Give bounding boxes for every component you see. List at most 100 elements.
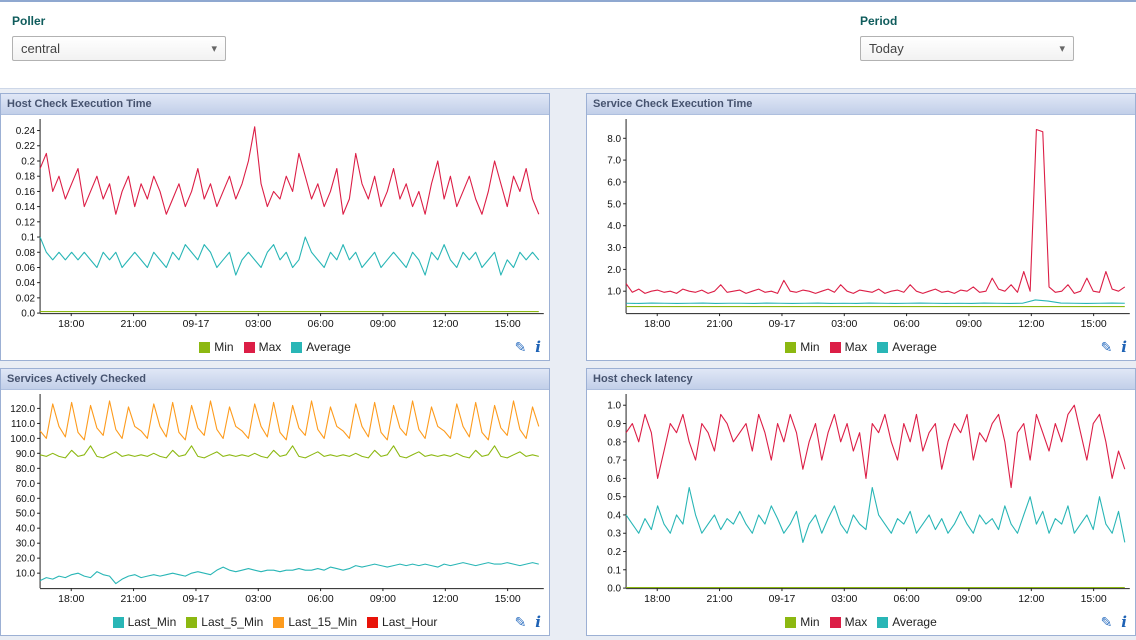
footer-icons: ✎ i (1101, 609, 1127, 635)
legend-swatch-icon (785, 617, 796, 628)
svg-text:09-17: 09-17 (183, 319, 210, 330)
legend-label: Last_Min (128, 615, 177, 629)
svg-text:0.5: 0.5 (607, 492, 621, 503)
legend-item-min: Min (785, 340, 819, 354)
info-icon[interactable]: i (1121, 613, 1127, 631)
charts-grid: Host Check Execution Time 0.240.220.20.1… (0, 93, 1136, 636)
svg-text:10.0: 10.0 (16, 569, 36, 580)
svg-text:15:00: 15:00 (1081, 319, 1107, 330)
legend-swatch-icon (785, 342, 796, 353)
svg-text:03:00: 03:00 (831, 319, 857, 330)
svg-text:18:00: 18:00 (58, 319, 84, 330)
edit-graph-icon[interactable]: ✎ (515, 339, 527, 356)
legend-label: Average (892, 340, 936, 354)
svg-text:90.0: 90.0 (16, 449, 36, 460)
info-icon[interactable]: i (1121, 338, 1127, 356)
edit-graph-icon[interactable]: ✎ (1101, 614, 1113, 631)
legend-item-min: Min (199, 340, 233, 354)
legend-label: Average (892, 615, 936, 629)
legend-item-last_min: Last_Min (113, 615, 177, 629)
svg-text:15:00: 15:00 (495, 594, 521, 605)
chart-services-actively-checked: 120.0110.0100.090.080.070.060.050.040.03… (1, 390, 549, 609)
info-icon[interactable]: i (535, 613, 541, 631)
svg-text:09:00: 09:00 (370, 319, 396, 330)
legend-item-last_hour: Last_Hour (367, 615, 437, 629)
svg-text:18:00: 18:00 (58, 594, 84, 605)
footer-icons: ✎ i (515, 609, 541, 635)
edit-graph-icon[interactable]: ✎ (515, 614, 527, 631)
legend-swatch-icon (273, 617, 284, 628)
svg-text:6.0: 6.0 (607, 177, 621, 188)
svg-text:0.1: 0.1 (21, 233, 35, 244)
svg-text:110.0: 110.0 (11, 419, 36, 430)
legend-item-last_15_min: Last_15_Min (273, 615, 357, 629)
svg-text:06:00: 06:00 (894, 594, 920, 605)
svg-text:15:00: 15:00 (495, 319, 521, 330)
svg-text:60.0: 60.0 (16, 494, 36, 505)
svg-text:06:00: 06:00 (308, 594, 334, 605)
svg-text:09:00: 09:00 (370, 594, 396, 605)
svg-text:06:00: 06:00 (894, 319, 920, 330)
legend-swatch-icon (877, 342, 888, 353)
svg-text:20.0: 20.0 (16, 554, 36, 565)
legend-label: Average (306, 340, 350, 354)
legend-label: Min (214, 340, 233, 354)
svg-text:0.04: 0.04 (16, 278, 36, 289)
panel-service-check-execution-time: Service Check Execution Time 8.07.06.05.… (586, 93, 1136, 361)
legend-swatch-icon (830, 617, 841, 628)
legend-item-last_5_min: Last_5_Min (186, 615, 263, 629)
panel-host-check-execution-time: Host Check Execution Time 0.240.220.20.1… (0, 93, 550, 361)
legend-swatch-icon (199, 342, 210, 353)
legend-label: Last_5_Min (201, 615, 263, 629)
chart-legend: Min Max Average (587, 340, 1135, 354)
panel-footer: Min Max Average ✎ i (1, 334, 549, 360)
chart-legend: Last_Min Last_5_Min Last_15_Min Last_Hour (1, 615, 549, 629)
period-select[interactable]: Today ▾ (860, 36, 1074, 61)
edit-graph-icon[interactable]: ✎ (1101, 339, 1113, 356)
chart-legend: Min Max Average (1, 340, 549, 354)
svg-text:0.9: 0.9 (607, 419, 621, 430)
svg-text:09:00: 09:00 (956, 319, 982, 330)
svg-text:18:00: 18:00 (644, 594, 670, 605)
svg-text:0.24: 0.24 (16, 126, 36, 137)
svg-text:3.0: 3.0 (607, 243, 621, 254)
svg-text:0.1: 0.1 (607, 565, 621, 576)
legend-swatch-icon (877, 617, 888, 628)
svg-text:0.3: 0.3 (607, 529, 621, 540)
legend-item-max: Max (830, 340, 868, 354)
legend-swatch-icon (367, 617, 378, 628)
svg-text:15:00: 15:00 (1081, 594, 1107, 605)
legend-swatch-icon (113, 617, 124, 628)
svg-text:12:00: 12:00 (432, 594, 458, 605)
filter-bar: Poller central ▾ Period Today ▾ (0, 2, 1136, 89)
svg-text:30.0: 30.0 (16, 539, 36, 550)
svg-text:09-17: 09-17 (769, 319, 796, 330)
svg-text:09-17: 09-17 (769, 594, 796, 605)
legend-item-average: Average (877, 340, 936, 354)
panel-title: Service Check Execution Time (587, 94, 1135, 115)
svg-text:40.0: 40.0 (16, 524, 36, 535)
legend-swatch-icon (186, 617, 197, 628)
poller-select[interactable]: central ▾ (12, 36, 226, 61)
svg-text:12:00: 12:00 (1018, 594, 1044, 605)
legend-label: Max (259, 340, 282, 354)
legend-swatch-icon (830, 342, 841, 353)
svg-text:0.2: 0.2 (21, 156, 35, 167)
panel-title: Services Actively Checked (1, 369, 549, 390)
svg-text:120.0: 120.0 (10, 404, 35, 415)
svg-text:09-17: 09-17 (183, 594, 210, 605)
svg-text:50.0: 50.0 (16, 509, 36, 520)
svg-text:0.14: 0.14 (16, 202, 36, 213)
legend-item-min: Min (785, 615, 819, 629)
chart-host-check-execution-time: 0.240.220.20.180.160.140.120.10.080.060.… (1, 115, 549, 334)
svg-text:4.0: 4.0 (607, 221, 621, 232)
svg-text:0.16: 0.16 (16, 187, 36, 198)
period-selected-value: Today (869, 41, 904, 56)
poller-label: Poller (12, 14, 226, 28)
panel-services-actively-checked: Services Actively Checked 120.0110.0100.… (0, 368, 550, 636)
svg-text:70.0: 70.0 (16, 479, 36, 490)
legend-swatch-icon (244, 342, 255, 353)
svg-text:0.18: 0.18 (16, 172, 36, 183)
info-icon[interactable]: i (535, 338, 541, 356)
panel-footer: Last_Min Last_5_Min Last_15_Min Last_Hour ✎… (1, 609, 549, 635)
